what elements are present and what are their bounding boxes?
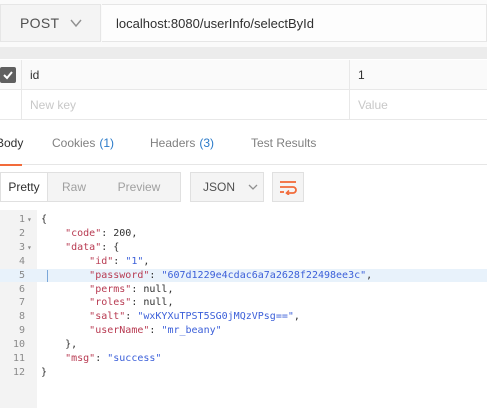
code-text: } <box>41 366 48 378</box>
code-line: 3 ▾ "data": { <box>0 241 487 255</box>
code-line: 1 ▾ { <box>0 213 487 227</box>
headers-count: (3) <box>199 136 215 150</box>
json-value: "607d1229e4cdac6a7a2628f22498ee3c" <box>161 269 367 281</box>
code-line: 12} <box>0 366 487 380</box>
json-value: 200, <box>113 227 138 239</box>
wrap-text-icon <box>280 181 297 195</box>
request-bar: POST localhost:8080/userInfo/selectById <box>0 0 487 47</box>
tab-body-label: Body <box>0 136 24 150</box>
code-text: "msg": "success" <box>65 353 162 364</box>
code-line: 9 "userName": "mr_beany" <box>0 324 487 338</box>
code-line: 4 "id": "1", <box>0 255 487 269</box>
code-line: 7 "roles": null, <box>0 296 487 310</box>
json-key: "perms" <box>89 283 132 295</box>
code-line: 11 "msg": "success" <box>0 352 487 366</box>
active-tab-indicator <box>0 164 22 166</box>
param-key: id <box>30 68 40 82</box>
tab-headers-label: Headers <box>150 136 196 150</box>
tab-headers[interactable]: Headers (3) <box>150 121 214 165</box>
param-row-new: New key Value <box>0 90 487 120</box>
code-text: "code": 200, <box>65 227 138 239</box>
line-number: 9 <box>18 325 25 337</box>
json-value: "mr_beany" <box>161 325 222 337</box>
line-number: 8 <box>18 311 25 323</box>
json-key: "msg" <box>65 353 96 364</box>
json-value: "wxKYXuTPST5SG0jMQzVPsg==" <box>137 311 294 323</box>
param-row: id 1 <box>0 60 487 90</box>
language-label: JSON <box>203 180 236 194</box>
language-select[interactable]: JSON <box>190 172 264 202</box>
url-text: localhost:8080/userInfo/selectById <box>116 15 315 31</box>
line-number: 6 <box>18 283 25 295</box>
line-number: 3 <box>18 241 25 253</box>
line-number: 4 <box>18 255 25 267</box>
json-key: "userName" <box>89 325 150 337</box>
code-text: "password": "607d1229e4cdac6a7a2628f2249… <box>89 269 373 281</box>
json-key: "code" <box>65 227 102 239</box>
code-line: 2 "code": 200, <box>0 227 487 241</box>
code-text: "perms": null, <box>89 283 174 295</box>
new-key-input[interactable]: New key <box>21 90 345 120</box>
code-text: "id": "1", <box>89 255 150 267</box>
param-value-cell[interactable]: 1 <box>349 60 487 90</box>
line-number: 1 <box>18 214 25 225</box>
json-value: "success" <box>107 353 162 364</box>
new-key-placeholder: New key <box>30 98 77 112</box>
format-toggle-group: Pretty Raw Preview <box>0 172 181 202</box>
json-key: "data" <box>65 241 102 253</box>
pretty-button[interactable]: Pretty <box>1 173 48 201</box>
section-divider <box>0 47 487 59</box>
code-line: 10 }, <box>0 338 487 352</box>
chevron-down-icon <box>70 19 82 28</box>
code-text: { <box>41 214 48 225</box>
raw-button[interactable]: Raw <box>48 173 100 201</box>
checkmark-icon <box>3 71 13 80</box>
method-select[interactable]: POST <box>0 4 101 42</box>
method-label: POST <box>20 15 60 31</box>
line-number: 7 <box>18 297 25 309</box>
code-text: "salt": "wxKYXuTPST5SG0jMQzVPsg==", <box>89 311 300 323</box>
response-tabs: Body Cookies (1) Headers (3) Test Result… <box>0 121 487 166</box>
line-number: 2 <box>18 227 25 239</box>
response-body-editor[interactable]: 1 ▾{2 "code": 200, 3 ▾ "data": {4 "id": "1"… <box>0 210 487 408</box>
tab-cookies-label: Cookies <box>52 136 96 150</box>
json-value: "1" <box>125 255 144 267</box>
new-value-placeholder: Value <box>358 98 388 112</box>
line-number: 5 <box>18 269 25 281</box>
tab-test-results-label: Test Results <box>251 136 317 150</box>
json-key: "id" <box>89 255 114 267</box>
wrap-lines-button[interactable] <box>272 172 304 202</box>
json-key: "salt" <box>89 311 126 323</box>
json-value: { <box>113 241 120 253</box>
line-number: 11 <box>12 353 25 364</box>
param-checkbox[interactable] <box>0 67 16 83</box>
preview-button[interactable]: Preview <box>100 173 178 201</box>
json-key: "password" <box>89 269 150 281</box>
param-key-cell[interactable]: id <box>21 60 345 90</box>
json-value: null, <box>143 283 174 295</box>
tab-cookies[interactable]: Cookies (1) <box>52 121 114 165</box>
code-text: "userName": "mr_beany" <box>89 325 222 337</box>
chevron-down-icon <box>248 184 258 190</box>
code-line: 6 "perms": null, <box>0 283 487 297</box>
cookies-count: (1) <box>99 136 115 150</box>
code-line: 8 "salt": "wxKYXuTPST5SG0jMQzVPsg==", <box>0 310 487 324</box>
code-text: "data": { <box>65 241 120 253</box>
fold-toggle-icon[interactable]: ▾ <box>27 213 32 227</box>
tab-test-results[interactable]: Test Results <box>251 121 316 165</box>
line-number: 10 <box>12 339 25 351</box>
fold-toggle-icon[interactable]: ▾ <box>27 241 32 255</box>
new-value-input[interactable]: Value <box>349 90 487 120</box>
json-key: "roles" <box>89 297 132 309</box>
param-value: 1 <box>358 68 365 82</box>
tab-body[interactable]: Body <box>0 121 24 166</box>
code-text: }, <box>41 339 78 351</box>
url-input[interactable]: localhost:8080/userInfo/selectById <box>102 4 487 42</box>
line-number: 12 <box>12 366 25 378</box>
json-value: null, <box>143 297 174 309</box>
code-text: "roles": null, <box>89 297 174 309</box>
code-line: 5 "password": "607d1229e4cdac6a7a2628f22… <box>0 268 487 283</box>
